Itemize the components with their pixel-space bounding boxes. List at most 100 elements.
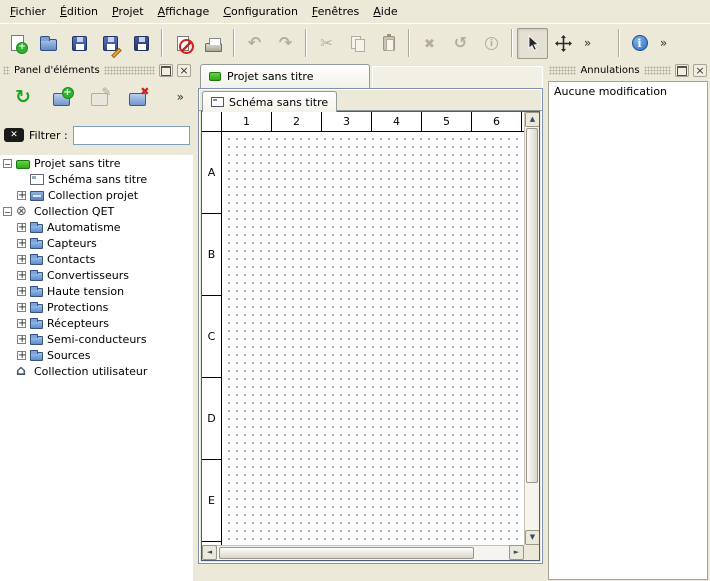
horizontal-scrollbar[interactable] <box>202 545 524 560</box>
dock-grip[interactable] <box>644 66 671 75</box>
copy-button[interactable] <box>342 28 373 59</box>
dock-grip[interactable] <box>104 66 155 75</box>
menu-configuration[interactable]: Configuration <box>216 0 305 23</box>
scroll-left-icon[interactable] <box>202 545 217 560</box>
filter-label: Filtrer : <box>29 129 68 142</box>
close-panel-button[interactable] <box>693 64 707 77</box>
cut-button[interactable] <box>311 28 342 59</box>
undo-button[interactable] <box>239 28 270 59</box>
delete-button[interactable] <box>414 28 445 59</box>
tree-item-convertisseurs[interactable]: Convertisseurs <box>0 267 193 283</box>
filter-input[interactable] <box>73 126 190 145</box>
tab-schema-sans-titre[interactable]: Schéma sans titre <box>202 91 337 112</box>
elements-panel-title: Panel d'éléments <box>14 65 100 76</box>
tree-item-projet-sans-titre[interactable]: Projet sans titre <box>0 155 193 171</box>
infos-button[interactable] <box>476 28 507 59</box>
expand-icon[interactable] <box>17 223 26 232</box>
tree-item-collection-qet[interactable]: Collection QET <box>0 203 193 219</box>
tree-item-haute-tension[interactable]: Haute tension <box>0 283 193 299</box>
tab-projet-sans-titre[interactable]: Projet sans titre <box>200 64 370 88</box>
expand-icon[interactable] <box>17 351 26 360</box>
paste-button[interactable] <box>373 28 404 59</box>
project-icon <box>16 160 30 169</box>
redo-button[interactable] <box>270 28 301 59</box>
schema-icon <box>30 174 44 185</box>
float-panel-button[interactable] <box>159 64 173 77</box>
tree-item-sources[interactable]: Sources <box>0 347 193 363</box>
tree-item-collection-utilisateur[interactable]: Collection utilisateur <box>0 363 193 379</box>
column-header: 3 <box>322 112 372 131</box>
expand-icon[interactable] <box>17 287 26 296</box>
expand-icon[interactable] <box>17 335 26 344</box>
row-header: B <box>202 214 221 296</box>
panel-overflow-button[interactable]: » <box>177 90 184 104</box>
about-button[interactable] <box>624 28 655 59</box>
scroll-up-icon[interactable] <box>525 112 540 127</box>
scroll-right-icon[interactable] <box>509 545 524 560</box>
expand-icon[interactable] <box>17 319 26 328</box>
expand-icon[interactable] <box>17 303 26 312</box>
qelectrotech-window: Fichier Édition Projet Affichage Configu… <box>0 0 710 581</box>
tree-item-schema-sans-titre[interactable]: Schéma sans titre <box>0 171 193 187</box>
save-all-button[interactable] <box>126 28 157 59</box>
expand-icon[interactable] <box>17 239 26 248</box>
rotate-button[interactable] <box>445 28 476 59</box>
toolbar-separator <box>161 29 163 57</box>
home-icon <box>16 365 30 377</box>
close-document-icon <box>177 36 189 51</box>
collapse-icon[interactable] <box>3 207 12 216</box>
new-element-button[interactable] <box>45 82 77 112</box>
horizontal-scroll-thumb[interactable] <box>219 547 474 559</box>
toolbar-separator <box>511 29 513 57</box>
open-button[interactable] <box>33 28 64 59</box>
close-button[interactable] <box>167 28 198 59</box>
new-button[interactable] <box>2 28 33 59</box>
scroll-down-icon[interactable] <box>525 530 540 545</box>
folder-icon <box>30 240 43 249</box>
tree-item-automatisme[interactable]: Automatisme <box>0 219 193 235</box>
menu-aide[interactable]: Aide <box>366 0 404 23</box>
elements-panel-toolbar: » <box>0 79 194 115</box>
toolbar-overflow-button[interactable]: » <box>579 28 596 59</box>
undo-empty-message[interactable]: Aucune modification <box>549 82 707 101</box>
menu-fenetres[interactable]: Fenêtres <box>305 0 366 23</box>
diagram-canvas[interactable] <box>222 132 524 545</box>
delete-element-button[interactable] <box>121 82 153 112</box>
tree-item-collection-projet[interactable]: Collection projet <box>0 187 193 203</box>
save-as-button[interactable] <box>95 28 126 59</box>
collapse-icon[interactable] <box>3 159 12 168</box>
filter-row: Filtrer : <box>0 124 194 146</box>
menu-fichier[interactable]: Fichier <box>3 0 53 23</box>
tree-item-capteurs[interactable]: Capteurs <box>0 235 193 251</box>
vertical-scrollbar[interactable] <box>524 112 539 545</box>
undo-history-list: Aucune modification <box>548 81 708 580</box>
vertical-scroll-thumb[interactable] <box>526 128 538 483</box>
float-panel-button[interactable] <box>675 64 689 77</box>
dock-grip[interactable] <box>3 66 10 75</box>
save-all-icon <box>134 36 149 51</box>
close-panel-button[interactable] <box>177 64 191 77</box>
pan-tool-button[interactable] <box>548 28 579 59</box>
column-header: 1 <box>222 112 272 131</box>
tree-item-recepteurs[interactable]: Récepteurs <box>0 315 193 331</box>
dock-grip[interactable] <box>549 66 576 75</box>
open-folder-icon <box>40 39 57 51</box>
edit-element-button[interactable] <box>83 82 115 112</box>
clear-filter-icon[interactable] <box>4 128 24 142</box>
elements-panel: Panel d'éléments » Filtrer : Projet sans… <box>0 62 194 581</box>
tree-item-contacts[interactable]: Contacts <box>0 251 193 267</box>
select-tool-button[interactable] <box>517 28 548 59</box>
menu-edition[interactable]: Édition <box>53 0 105 23</box>
tabbar-filler <box>372 66 543 88</box>
expand-icon[interactable] <box>17 271 26 280</box>
tree-item-protections[interactable]: Protections <box>0 299 193 315</box>
menu-projet[interactable]: Projet <box>105 0 151 23</box>
expand-icon[interactable] <box>17 191 26 200</box>
expand-icon[interactable] <box>17 255 26 264</box>
menu-affichage[interactable]: Affichage <box>151 0 217 23</box>
save-button[interactable] <box>64 28 95 59</box>
print-button[interactable] <box>198 28 229 59</box>
reload-collections-button[interactable] <box>7 82 39 112</box>
toolbar-overflow-button-2[interactable]: » <box>655 28 672 59</box>
tree-item-semi-conducteurs[interactable]: Semi-conducteurs <box>0 331 193 347</box>
